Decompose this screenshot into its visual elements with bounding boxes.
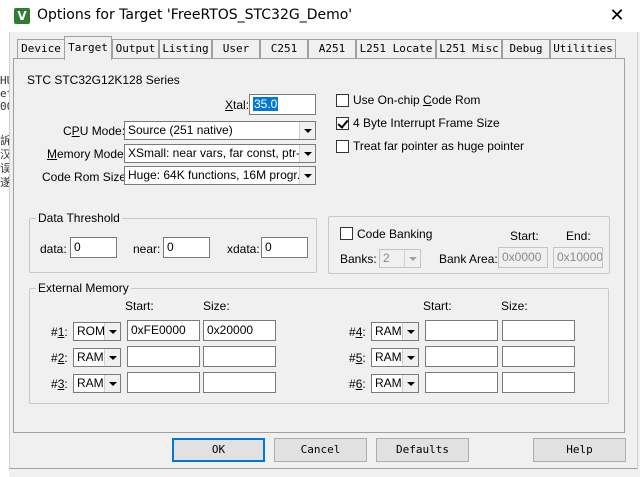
background-text: 00 [0, 100, 9, 113]
background-text: et [0, 87, 9, 100]
background-text: 遂 [0, 176, 9, 189]
background-text: HU [0, 74, 9, 87]
close-icon[interactable]: ✕ [598, 4, 636, 28]
tab-utilities[interactable]: Utilities [550, 39, 616, 58]
options-dialog: V Options for Target 'FreeRTOS_STC32G_De… [0, 0, 640, 477]
tab-target[interactable]: Target [64, 36, 112, 60]
tab-c251[interactable]: C251 [260, 39, 308, 58]
tab-output[interactable]: Output [112, 39, 159, 58]
tab-l251-misc[interactable]: L251 Misc [436, 39, 502, 58]
window-title: Options for Target 'FreeRTOS_STC32G_Demo… [37, 7, 353, 23]
keil-app-icon: V [14, 8, 30, 24]
tab-device[interactable]: Device [17, 39, 65, 58]
target-tab-panel [13, 58, 625, 433]
tab-listing[interactable]: Listing [159, 39, 212, 58]
tab-a251[interactable]: A251 [308, 39, 356, 58]
tab-user[interactable]: User [212, 39, 260, 58]
background-window-strip: HU et 00 訴 汉 误 遂 [0, 32, 9, 477]
title-bar[interactable]: V Options for Target 'FreeRTOS_STC32G_De… [0, 0, 640, 32]
tab-l251-locate[interactable]: L251 Locate [356, 39, 436, 58]
tab-debug[interactable]: Debug [502, 39, 550, 58]
